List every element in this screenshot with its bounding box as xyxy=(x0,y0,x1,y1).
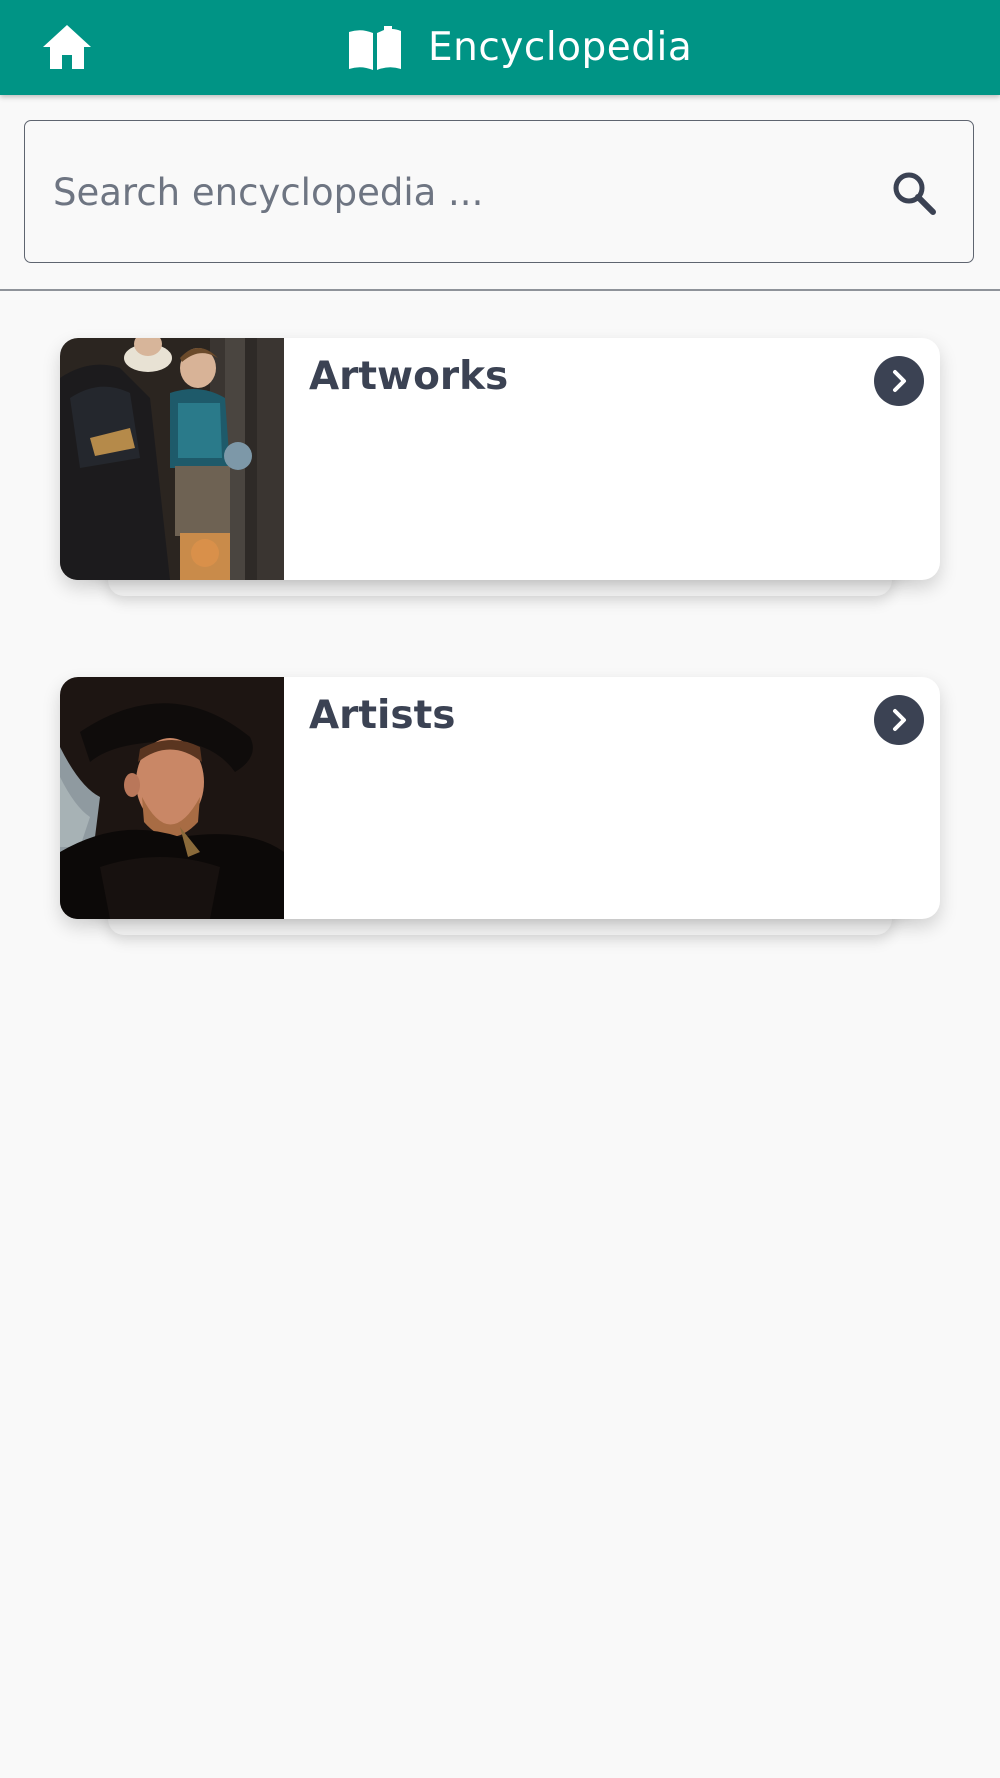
home-icon xyxy=(43,25,91,69)
search-bar xyxy=(24,120,974,263)
header-title-group: Encyclopedia xyxy=(346,0,692,95)
open-book-icon xyxy=(346,23,406,73)
category-card-stack-artists: Artists xyxy=(60,677,940,967)
open-artists-button[interactable] xyxy=(874,695,924,745)
open-artworks-button[interactable] xyxy=(874,356,924,406)
card-title-artworks: Artworks xyxy=(309,354,509,399)
search-input[interactable] xyxy=(53,161,873,223)
app-header: Encyclopedia xyxy=(0,0,1000,95)
chevron-right-icon xyxy=(893,370,906,392)
artworks-thumbnail xyxy=(60,338,284,580)
search-divider xyxy=(0,289,1000,291)
home-button[interactable] xyxy=(38,20,96,74)
search-icon xyxy=(893,172,936,215)
page-title: Encyclopedia xyxy=(428,25,693,70)
artists-thumbnail xyxy=(60,677,284,919)
search-button[interactable] xyxy=(887,166,941,220)
category-card-stack-artworks: Artworks xyxy=(60,338,940,628)
card-title-artists: Artists xyxy=(309,693,456,738)
category-card-artworks[interactable]: Artworks xyxy=(60,338,940,580)
category-card-artists[interactable]: Artists xyxy=(60,677,940,919)
chevron-right-icon xyxy=(893,709,906,731)
